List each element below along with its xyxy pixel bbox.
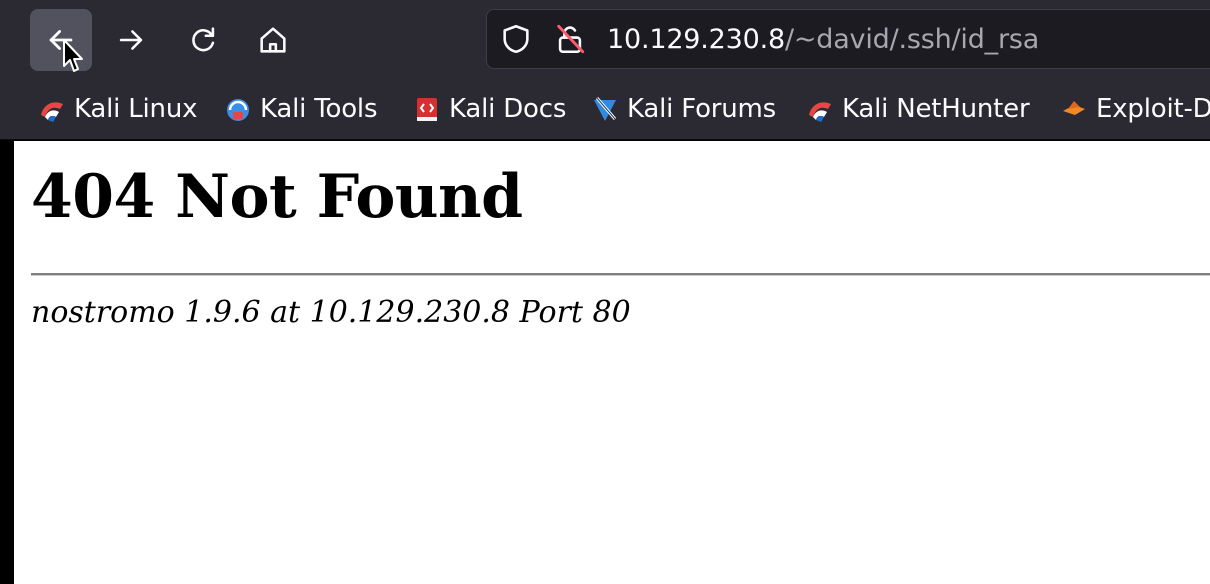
- horizontal-rule: [31, 273, 1210, 276]
- address-bar[interactable]: 10.129.230.8/~david/.ssh/id_rsa: [486, 9, 1210, 69]
- bookmark-label: Exploit-D: [1096, 94, 1210, 124]
- bookmark-exploit-db[interactable]: Exploit-D: [1060, 92, 1210, 126]
- insecure-lock-icon[interactable]: [553, 22, 587, 56]
- bookmark-kali-linux[interactable]: Kali Linux: [38, 92, 197, 126]
- bookmarks-toolbar: Kali Linux Kali Tools Kali Docs Kali For…: [0, 80, 1210, 140]
- page-content: 404 Not Found nostromo 1.9.6 at 10.129.2…: [14, 141, 1210, 584]
- kali-tools-icon: [224, 95, 252, 123]
- kali-forums-icon: [591, 95, 619, 123]
- bookmark-kali-docs[interactable]: Kali Docs: [413, 92, 566, 126]
- bookmark-kali-nethunter[interactable]: Kali NetHunter: [806, 92, 1030, 126]
- page-title: 404 Not Found: [31, 162, 523, 232]
- bookmark-label: Kali Tools: [260, 94, 378, 124]
- bookmark-label: Kali Docs: [449, 94, 567, 124]
- bookmark-label: Kali Linux: [74, 94, 198, 124]
- url-path: /~david/.ssh/id_rsa: [784, 24, 1040, 55]
- url-host: 10.129.230.8: [607, 24, 785, 55]
- url-text[interactable]: 10.129.230.8/~david/.ssh/id_rsa: [607, 23, 1039, 57]
- forward-arrow-icon: [119, 30, 143, 50]
- bookmark-label: Kali NetHunter: [842, 94, 1030, 124]
- server-signature: nostromo 1.9.6 at 10.129.230.8 Port 80: [31, 295, 631, 330]
- home-button[interactable]: [242, 9, 304, 71]
- bookmark-kali-tools[interactable]: Kali Tools: [224, 92, 377, 126]
- bookmark-kali-forums[interactable]: Kali Forums: [591, 92, 776, 126]
- kali-dragon-icon: [38, 95, 66, 123]
- home-icon: [260, 27, 286, 53]
- shield-icon[interactable]: [499, 22, 533, 56]
- reload-icon: [192, 27, 215, 52]
- bookmark-label: Kali Forums: [627, 94, 777, 124]
- browser-toolbar: 10.129.230.8/~david/.ssh/id_rsa: [0, 0, 1210, 80]
- mouse-cursor-icon: [63, 39, 83, 72]
- kali-dragon-icon: [806, 95, 834, 123]
- exploit-db-icon: [1060, 95, 1088, 123]
- kali-docs-icon: [413, 95, 441, 123]
- forward-button[interactable]: [100, 9, 162, 71]
- reload-button[interactable]: [172, 9, 234, 71]
